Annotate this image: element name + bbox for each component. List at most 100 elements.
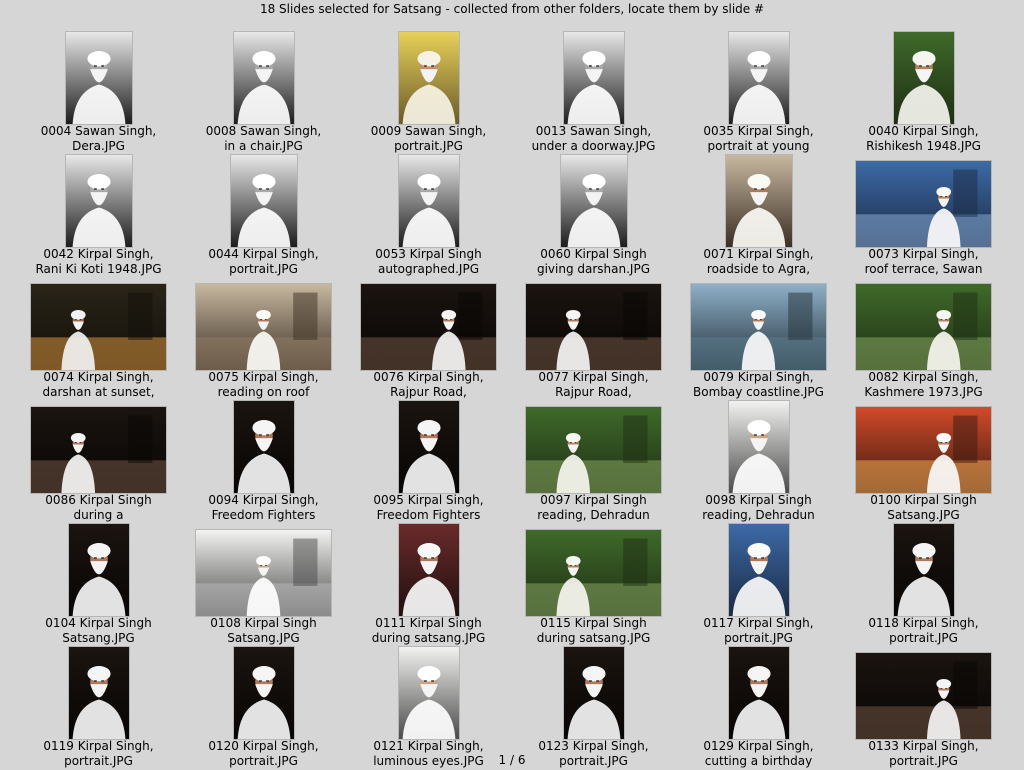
slide-thumbnail[interactable] <box>560 155 627 247</box>
slide-item[interactable]: 0053 Kirpal Singh autographed.JPG <box>346 151 511 276</box>
slide-thumbnail[interactable] <box>728 647 789 739</box>
slide-thumbnail[interactable] <box>893 32 954 124</box>
slide-thumbnail[interactable] <box>526 407 661 493</box>
thumbnail-area <box>181 274 346 370</box>
slide-thumbnail[interactable] <box>398 647 459 739</box>
slide-thumbnail[interactable] <box>856 407 991 493</box>
thumbnail-area <box>181 643 346 739</box>
thumbnail-area <box>676 643 841 739</box>
slide-thumbnail[interactable] <box>398 155 459 247</box>
page-indicator: 1 / 6 <box>494 753 530 767</box>
slide-thumbnail[interactable] <box>893 524 954 616</box>
slide-item[interactable]: 0095 Kirpal Singh, Freedom Fighters <box>346 397 511 522</box>
slide-item[interactable]: 0077 Kirpal Singh, Rajpur Road, <box>511 274 676 399</box>
slide-thumbnail[interactable] <box>233 401 294 493</box>
slide-thumbnail[interactable] <box>691 284 826 370</box>
slide-item[interactable]: 0120 Kirpal Singh, portrait.JPG <box>181 643 346 768</box>
slide-item[interactable]: 0115 Kirpal Singh during satsang.JPG <box>511 520 676 645</box>
slide-thumbnail[interactable] <box>725 155 792 247</box>
slide-thumbnail[interactable] <box>233 647 294 739</box>
thumbnail-area <box>16 397 181 493</box>
slide-item[interactable]: 0071 Kirpal Singh, roadside to Agra, <box>676 151 841 276</box>
slide-item[interactable]: 0118 Kirpal Singh, portrait.JPG <box>841 520 1006 645</box>
slide-thumbnail[interactable] <box>230 155 297 247</box>
slide-item[interactable]: 0119 Kirpal Singh, portrait.JPG <box>16 643 181 768</box>
slide-item[interactable]: 0108 Kirpal Singh Satsang.JPG <box>181 520 346 645</box>
slide-item[interactable]: 0073 Kirpal Singh, roof terrace, Sawan <box>841 151 1006 276</box>
slide-item[interactable]: 0094 Kirpal Singh, Freedom Fighters <box>181 397 346 522</box>
slide-item[interactable]: 0111 Kirpal Singh during satsang.JPG <box>346 520 511 645</box>
slide-item[interactable]: 0121 Kirpal Singh, luminous eyes.JPG <box>346 643 511 768</box>
slide-caption-line1: 0013 Sawan Singh, <box>535 124 652 138</box>
slide-thumbnail[interactable] <box>196 530 331 616</box>
slide-thumbnail[interactable] <box>563 647 624 739</box>
slide-item[interactable]: 0129 Kirpal Singh, cutting a birthday <box>676 643 841 768</box>
slide-caption-line1: 0111 Kirpal Singh <box>375 616 482 630</box>
photo-graphic <box>196 284 331 370</box>
slide-thumbnail[interactable] <box>68 647 129 739</box>
slide-caption-line1: 0108 Kirpal Singh <box>210 616 317 630</box>
slide-thumbnail[interactable] <box>65 32 132 124</box>
slide-item[interactable]: 0040 Kirpal Singh, Rishikesh 1948.JPG <box>841 28 1006 153</box>
slide-item[interactable]: 0013 Sawan Singh, under a doorway.JPG <box>511 28 676 153</box>
slide-caption-line1: 0004 Sawan Singh, <box>40 124 157 138</box>
slide-thumbnail[interactable] <box>856 284 991 370</box>
photo-graphic <box>31 407 166 493</box>
pager[interactable]: 1 / 6 <box>0 752 1024 768</box>
slide-item[interactable]: 0076 Kirpal Singh, Rajpur Road, <box>346 274 511 399</box>
photo-graphic <box>725 155 792 247</box>
slide-item[interactable]: 0133 Kirpal Singh, portrait.JPG <box>841 643 1006 768</box>
slide-caption-line1: 0053 Kirpal Singh <box>375 247 482 261</box>
slide-thumbnail[interactable] <box>728 524 789 616</box>
slide-item[interactable]: 0086 Kirpal Singh during a <box>16 397 181 522</box>
slide-thumbnail[interactable] <box>526 284 661 370</box>
slide-thumbnail[interactable] <box>233 32 294 124</box>
slide-thumbnail[interactable] <box>31 284 166 370</box>
slide-thumbnail[interactable] <box>526 530 661 616</box>
slide-item[interactable]: 0098 Kirpal Singh reading, Dehradun <box>676 397 841 522</box>
slide-thumbnail[interactable] <box>68 524 129 616</box>
slide-thumbnail[interactable] <box>398 401 459 493</box>
slide-item[interactable]: 0004 Sawan Singh, Dera.JPG <box>16 28 181 153</box>
photo-graphic <box>233 647 294 739</box>
slide-caption-line1: 0100 Kirpal Singh <box>870 493 977 507</box>
slide-item[interactable]: 0117 Kirpal Singh, portrait.JPG <box>676 520 841 645</box>
slide-thumbnail[interactable] <box>856 653 991 739</box>
slide-thumbnail[interactable] <box>728 32 789 124</box>
thumbnail-area <box>676 520 841 616</box>
photo-graphic <box>526 530 661 616</box>
slide-thumbnail[interactable] <box>196 284 331 370</box>
photo-graphic <box>728 32 789 124</box>
slide-thumbnail[interactable] <box>31 407 166 493</box>
slide-thumbnail[interactable] <box>398 32 459 124</box>
slide-thumbnail[interactable] <box>856 161 991 247</box>
photo-graphic <box>893 32 954 124</box>
slide-item[interactable]: 0075 Kirpal Singh, reading on roof <box>181 274 346 399</box>
slide-thumbnail[interactable] <box>398 524 459 616</box>
thumbnail-area <box>511 28 676 124</box>
slide-item[interactable]: 0082 Kirpal Singh, Kashmere 1973.JPG <box>841 274 1006 399</box>
slide-thumbnail[interactable] <box>361 284 496 370</box>
photo-graphic <box>65 155 132 247</box>
photo-graphic <box>65 32 132 124</box>
slide-item[interactable]: 0104 Kirpal Singh Satsang.JPG <box>16 520 181 645</box>
slide-item[interactable]: 0097 Kirpal Singh reading, Dehradun <box>511 397 676 522</box>
slide-item[interactable]: 0074 Kirpal Singh, darshan at sunset, <box>16 274 181 399</box>
photo-graphic <box>398 32 459 124</box>
slide-item[interactable]: 0079 Kirpal Singh, Bombay coastline.JPG <box>676 274 841 399</box>
slide-item[interactable]: 0123 Kirpal Singh, portrait.JPG <box>511 643 676 768</box>
slide-item[interactable]: 0044 Kirpal Singh, portrait.JPG <box>181 151 346 276</box>
slide-item[interactable]: 0060 Kirpal Singh giving darshan.JPG <box>511 151 676 276</box>
slide-item[interactable]: 0009 Sawan Singh, portrait.JPG <box>346 28 511 153</box>
photo-graphic <box>728 401 789 493</box>
slide-thumbnail[interactable] <box>563 32 624 124</box>
slide-caption-line1: 0098 Kirpal Singh <box>705 493 812 507</box>
slide-thumbnail[interactable] <box>65 155 132 247</box>
slide-item[interactable]: 0042 Kirpal Singh, Rani Ki Koti 1948.JPG <box>16 151 181 276</box>
slide-item[interactable]: 0008 Sawan Singh, in a chair.JPG <box>181 28 346 153</box>
photo-graphic <box>398 401 459 493</box>
slide-thumbnail[interactable] <box>728 401 789 493</box>
slide-item[interactable]: 0100 Kirpal Singh Satsang.JPG <box>841 397 1006 522</box>
slide-item[interactable]: 0035 Kirpal Singh, portrait at young <box>676 28 841 153</box>
photo-graphic <box>563 647 624 739</box>
